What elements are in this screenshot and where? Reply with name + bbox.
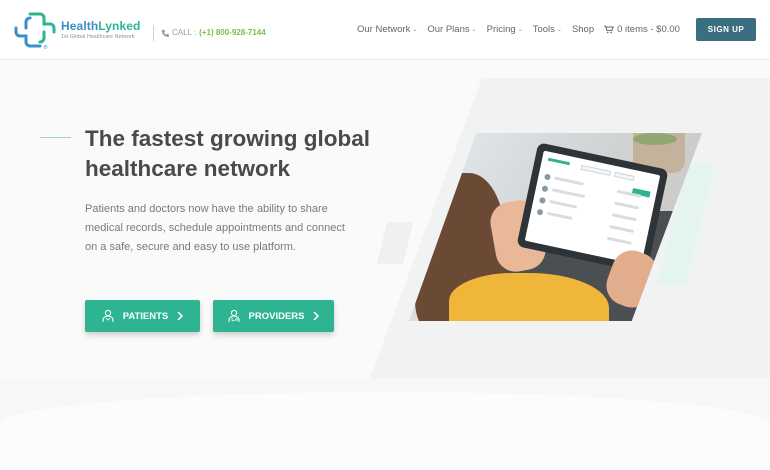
nav-label: Our Plans xyxy=(427,24,470,35)
cart-link[interactable]: 0 items - $0.00 xyxy=(604,24,680,35)
tablet-row xyxy=(609,224,635,234)
tablet-screen xyxy=(524,150,661,266)
patients-button[interactable]: PATIENTS xyxy=(85,300,200,332)
brand-name-part1: Health xyxy=(61,19,99,33)
cart-icon xyxy=(604,25,615,34)
tablet-avatar xyxy=(541,185,549,193)
tablet-row xyxy=(614,201,640,210)
nav-label: Shop xyxy=(571,24,595,35)
plant-leaves xyxy=(633,133,677,145)
chevron-down-icon: ⌄ xyxy=(517,27,523,33)
tablet-row xyxy=(551,188,586,199)
section-wave xyxy=(0,392,770,470)
hero-description: Patients and doctors now have the abilit… xyxy=(85,203,345,253)
tablet-avatar xyxy=(543,173,552,181)
brand-wordmark[interactable]: HealthLynked 1st Global Healthcare Netwo… xyxy=(61,19,140,40)
tablet-tab xyxy=(580,164,612,176)
headline-accent-line xyxy=(40,137,71,138)
nav-item-our-plans[interactable]: Our Plans ⌄ xyxy=(427,24,476,35)
chevron-down-icon: ⌄ xyxy=(556,27,562,33)
nav-item-tools[interactable]: Tools ⌄ xyxy=(533,24,562,35)
nav-label: Tools xyxy=(532,24,555,35)
tablet-row xyxy=(611,213,637,222)
chevron-down-icon: ⌄ xyxy=(471,27,477,33)
hero-headline: The fastest growing global healthcare ne… xyxy=(85,126,371,181)
call-label: CALL : xyxy=(172,28,197,37)
brand-name: HealthLynked xyxy=(61,19,140,33)
tablet-row xyxy=(606,236,632,245)
tablet-row xyxy=(554,176,585,186)
brand-name-part2: Lynked xyxy=(98,19,141,33)
header-divider xyxy=(153,25,154,41)
patients-button-label: PATIENTS xyxy=(122,310,169,322)
cart-summary: 0 items - $0.00 xyxy=(617,24,680,35)
providers-button[interactable]: PROVIDERS xyxy=(213,300,334,332)
svg-text:®: ® xyxy=(43,44,48,50)
nav-label: Pricing xyxy=(486,24,516,35)
tablet-avatar xyxy=(538,196,547,204)
providers-button-label: PROVIDERS xyxy=(248,310,305,322)
main-nav: Our Network ⌄ Our Plans ⌄ Pricing ⌄ Tools ⌄ … xyxy=(357,24,690,35)
brand-tagline: 1st Global Healthcare Network xyxy=(61,34,135,40)
tablet-row xyxy=(546,211,573,221)
phone-number[interactable]: (+1) 800-928-7144 xyxy=(199,28,266,37)
nav-item-shop[interactable]: Shop xyxy=(572,24,594,35)
call-info[interactable]: CALL : (+1) 800-928-7144 xyxy=(161,28,266,37)
nav-item-pricing[interactable]: Pricing ⌄ xyxy=(487,24,523,35)
healthlynked-logo-icon[interactable]: ® xyxy=(14,10,56,50)
chevron-right-icon xyxy=(313,311,320,321)
nav-label: Our Network xyxy=(357,24,411,35)
tablet-tab xyxy=(613,171,635,181)
site-header: ® HealthLynked 1st Global Healthcare Net… xyxy=(0,0,770,60)
patient-icon xyxy=(102,309,114,322)
phone-icon xyxy=(161,29,169,37)
chevron-down-icon: ⌄ xyxy=(412,27,418,33)
nav-item-our-network[interactable]: Our Network ⌄ xyxy=(357,24,417,35)
sign-up-button[interactable]: SIGN UP xyxy=(696,18,756,41)
chevron-right-icon xyxy=(177,311,184,321)
provider-icon xyxy=(228,309,240,322)
tablet-app-logo xyxy=(547,157,571,166)
tablet-row xyxy=(549,199,578,209)
tablet-avatar xyxy=(536,208,544,216)
